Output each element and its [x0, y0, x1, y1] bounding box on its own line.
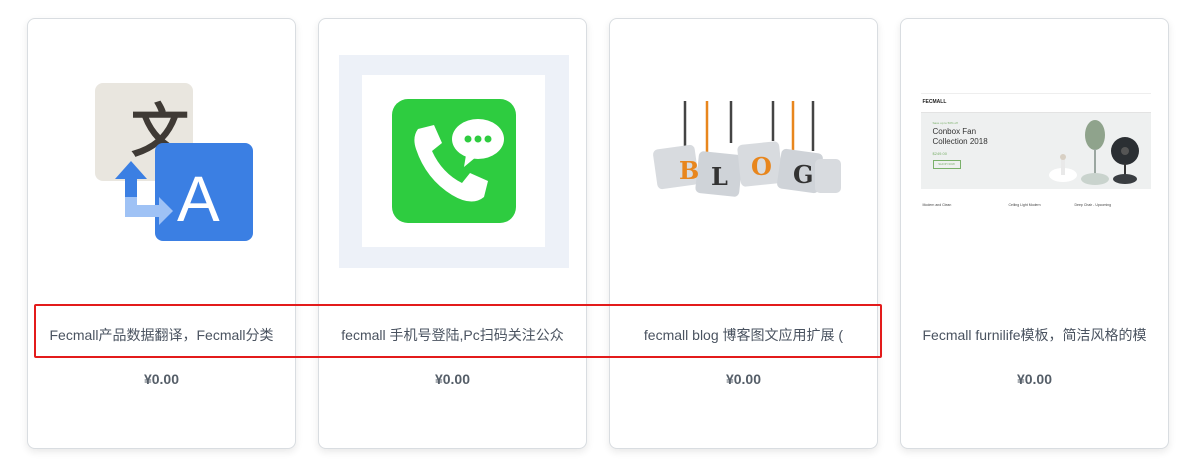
svg-text:G: G: [793, 160, 814, 189]
product-card[interactable]: 文 A Fecmall产品数据翻译，Fecmall分类 ¥0.00: [27, 18, 296, 449]
product-card[interactable]: FECMALL Save up to 50% off Conbox Fan Co…: [900, 18, 1169, 449]
blog-puzzle-icon: B L O G: [652, 101, 841, 197]
wechat-phone-icon: [391, 99, 516, 223]
product-thumbnail[interactable]: B L O G: [620, 41, 869, 281]
product-thumbnail[interactable]: [329, 41, 578, 281]
product-title[interactable]: fecmall 手机号登陆,Pc扫码关注公众: [319, 325, 586, 345]
preview-item-1: Modern and Clean: [922, 202, 952, 207]
product-thumbnail[interactable]: FECMALL Save up to 50% off Conbox Fan Co…: [911, 41, 1160, 281]
svg-text:B: B: [679, 156, 699, 185]
product-card[interactable]: fecmall 手机号登陆,Pc扫码关注公众 ¥0.00: [318, 18, 587, 449]
product-title[interactable]: fecmall blog 博客图文应用扩展 (: [610, 325, 877, 345]
product-price: ¥0.00: [725, 371, 762, 387]
fan-product-image: [1048, 119, 1139, 185]
hero-title: Conbox Fan Collection 2018: [932, 126, 988, 146]
product-card[interactable]: B L O G fecmall blog 博客图文应用扩展 ( ¥0.00: [609, 18, 878, 449]
svg-text:A: A: [177, 163, 220, 235]
product-title[interactable]: Fecmall furnilife模板，简洁风格的模: [901, 325, 1168, 345]
thumbnail-background: [338, 54, 569, 268]
product-title[interactable]: Fecmall产品数据翻译，Fecmall分类: [28, 325, 295, 345]
preview-item-2: Ceiling Light Modern: [1008, 202, 1041, 207]
shop-now-button: SHOP NOW: [932, 159, 961, 169]
product-price: ¥0.00: [1016, 371, 1053, 387]
product-price: ¥0.00: [434, 371, 471, 387]
svg-text:O: O: [751, 152, 772, 181]
preview-item-3: Deep Chair - Upcoming: [1074, 202, 1112, 207]
hero-banner: Save up to 50% off Conbox Fan Collection…: [920, 112, 1151, 189]
translate-icon: 文 A: [94, 83, 253, 241]
svg-text:L: L: [711, 162, 728, 191]
product-thumbnail[interactable]: 文 A: [38, 41, 287, 281]
product-price: ¥0.00: [143, 371, 180, 387]
hero-promo: Save up to 50% off: [932, 120, 958, 125]
furnilife-template-preview: FECMALL Save up to 50% off Conbox Fan Co…: [920, 88, 1151, 234]
preview-logo: FECMALL: [922, 98, 947, 105]
topbar: [920, 91, 1151, 94]
hero-price: $249.00: [932, 150, 947, 156]
thumbnail-canvas: [362, 75, 545, 247]
